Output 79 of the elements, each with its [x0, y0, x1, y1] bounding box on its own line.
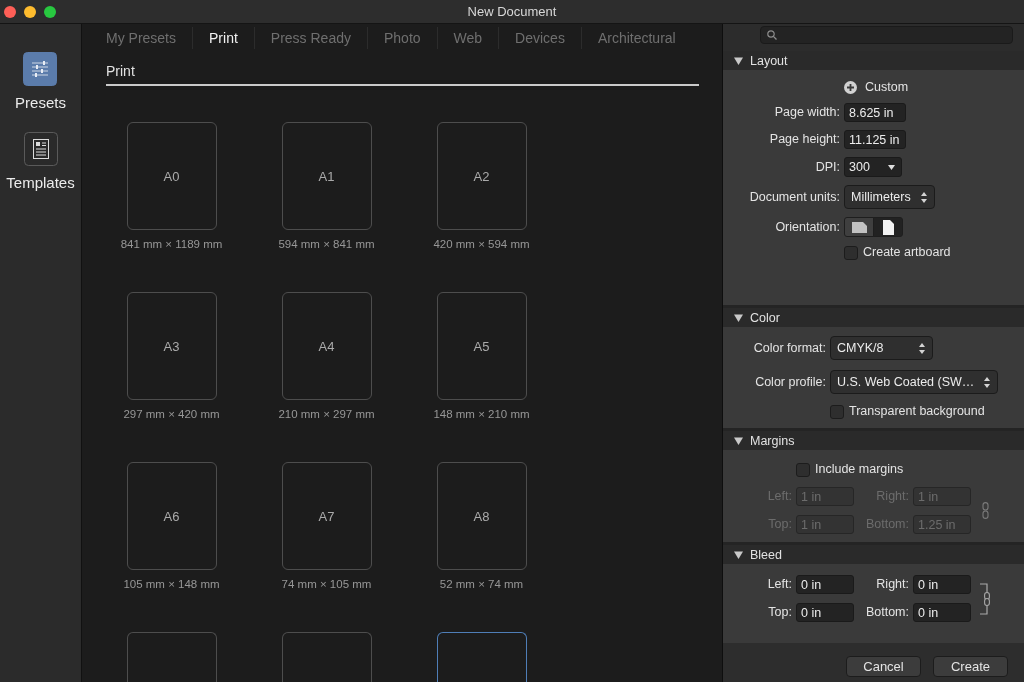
dialog-button[interactable]: Create: [933, 656, 1008, 677]
preset-card[interactable]: A8: [436, 462, 527, 570]
field-label: Color format:: [753, 340, 826, 356]
link-icon[interactable]: [979, 582, 991, 615]
preset-name: Custom: [865, 80, 909, 95]
plus-icon[interactable]: [844, 81, 857, 94]
preset-size: 74 mm × 105 mm: [281, 577, 372, 591]
preset-card[interactable]: A6: [126, 462, 217, 570]
preset-card[interactable]: A1: [281, 122, 372, 230]
dropdown[interactable]: CMYK/8: [830, 336, 933, 360]
preset-card[interactable]: A2: [436, 122, 527, 230]
up-down-arrows-icon: [919, 342, 925, 354]
field-label: Orientation:: [775, 219, 840, 235]
text-field[interactable]: 8.625 in: [844, 103, 906, 122]
minimize-button[interactable]: [24, 5, 36, 18]
field-label: Bottom:: [865, 605, 909, 620]
text-field[interactable]: 0 in: [796, 603, 854, 622]
section-header[interactable]: Margins: [723, 431, 1024, 450]
disclosure-triangle-icon: [734, 436, 743, 445]
section-header[interactable]: Layout: [723, 51, 1024, 70]
preset-card[interactable]: A3: [126, 292, 217, 400]
preset-size: 594 mm × 841 mm: [278, 237, 375, 251]
portrait-page-icon: [882, 219, 894, 235]
field-label: Color profile:: [755, 374, 826, 390]
disclosure-triangle-icon: [734, 56, 743, 65]
dropdown[interactable]: U.S. Web Coated (SW…: [830, 370, 999, 394]
checkbox[interactable]: [796, 462, 810, 477]
category-heading: Print: [106, 63, 135, 79]
checkbox[interactable]: [830, 404, 844, 419]
document-icon: [23, 132, 58, 166]
preset-card[interactable]: [436, 632, 527, 682]
dialog-button[interactable]: Cancel: [846, 656, 921, 677]
checkbox-label: Include margins: [815, 462, 904, 477]
field-label: DPI:: [815, 159, 840, 175]
section-header[interactable]: Color: [723, 308, 1024, 327]
sidebar-item[interactable]: Presets: [15, 52, 66, 112]
checkbox-label: Create artboard: [863, 245, 951, 260]
field-label: Page width:: [774, 105, 840, 120]
search-field[interactable]: [760, 26, 1013, 44]
preset-size: 52 mm × 74 mm: [439, 577, 524, 591]
checkbox[interactable]: [844, 245, 858, 260]
field-label: Page height:: [769, 132, 840, 147]
preset-size: 420 mm × 594 mm: [433, 237, 530, 251]
preset-size: 105 mm × 148 mm: [123, 577, 220, 591]
preset-card[interactable]: A7: [281, 462, 372, 570]
window-title: New Document: [467, 4, 557, 19]
preset-size: 297 mm × 420 mm: [123, 407, 220, 421]
sidebar-item[interactable]: Templates: [6, 132, 75, 192]
caret-icon: [888, 164, 895, 170]
field-label: Document units:: [749, 189, 840, 205]
preset-card[interactable]: A4: [281, 292, 372, 400]
search-icon: [767, 30, 777, 40]
field-label: Right:: [876, 577, 909, 592]
disclosure-triangle-icon: [734, 550, 743, 559]
orientation-option[interactable]: [873, 217, 903, 237]
text-field[interactable]: 0 in: [913, 575, 971, 594]
tab[interactable]: Print: [193, 26, 254, 49]
sliders-icon: [23, 52, 58, 86]
preset-size: 210 mm × 297 mm: [278, 407, 375, 421]
preset-size: 148 mm × 210 mm: [433, 407, 530, 421]
field-label: Top:: [768, 605, 792, 620]
text-field[interactable]: 11.125 in: [844, 130, 906, 149]
preset-card[interactable]: A0: [126, 122, 217, 230]
text-field[interactable]: 0 in: [796, 575, 854, 594]
up-down-arrows-icon: [921, 191, 927, 203]
landscape-page-icon: [851, 221, 867, 233]
text-field[interactable]: 0 in: [913, 603, 971, 622]
checkbox-label: Transparent background: [849, 404, 985, 419]
field-label: Left:: [767, 577, 792, 592]
zoom-button[interactable]: [44, 5, 56, 18]
section-header[interactable]: Bleed: [723, 545, 1024, 564]
dropdown[interactable]: Millimeters: [844, 185, 935, 209]
close-button[interactable]: [4, 5, 16, 18]
combo-box[interactable]: 300: [844, 157, 902, 177]
preset-size: 841 mm × 1189 mm: [120, 237, 223, 251]
preset-card[interactable]: A5: [436, 292, 527, 400]
disclosure-triangle-icon: [734, 313, 743, 322]
orientation-option[interactable]: [844, 217, 874, 237]
up-down-arrows-icon: [984, 376, 991, 388]
